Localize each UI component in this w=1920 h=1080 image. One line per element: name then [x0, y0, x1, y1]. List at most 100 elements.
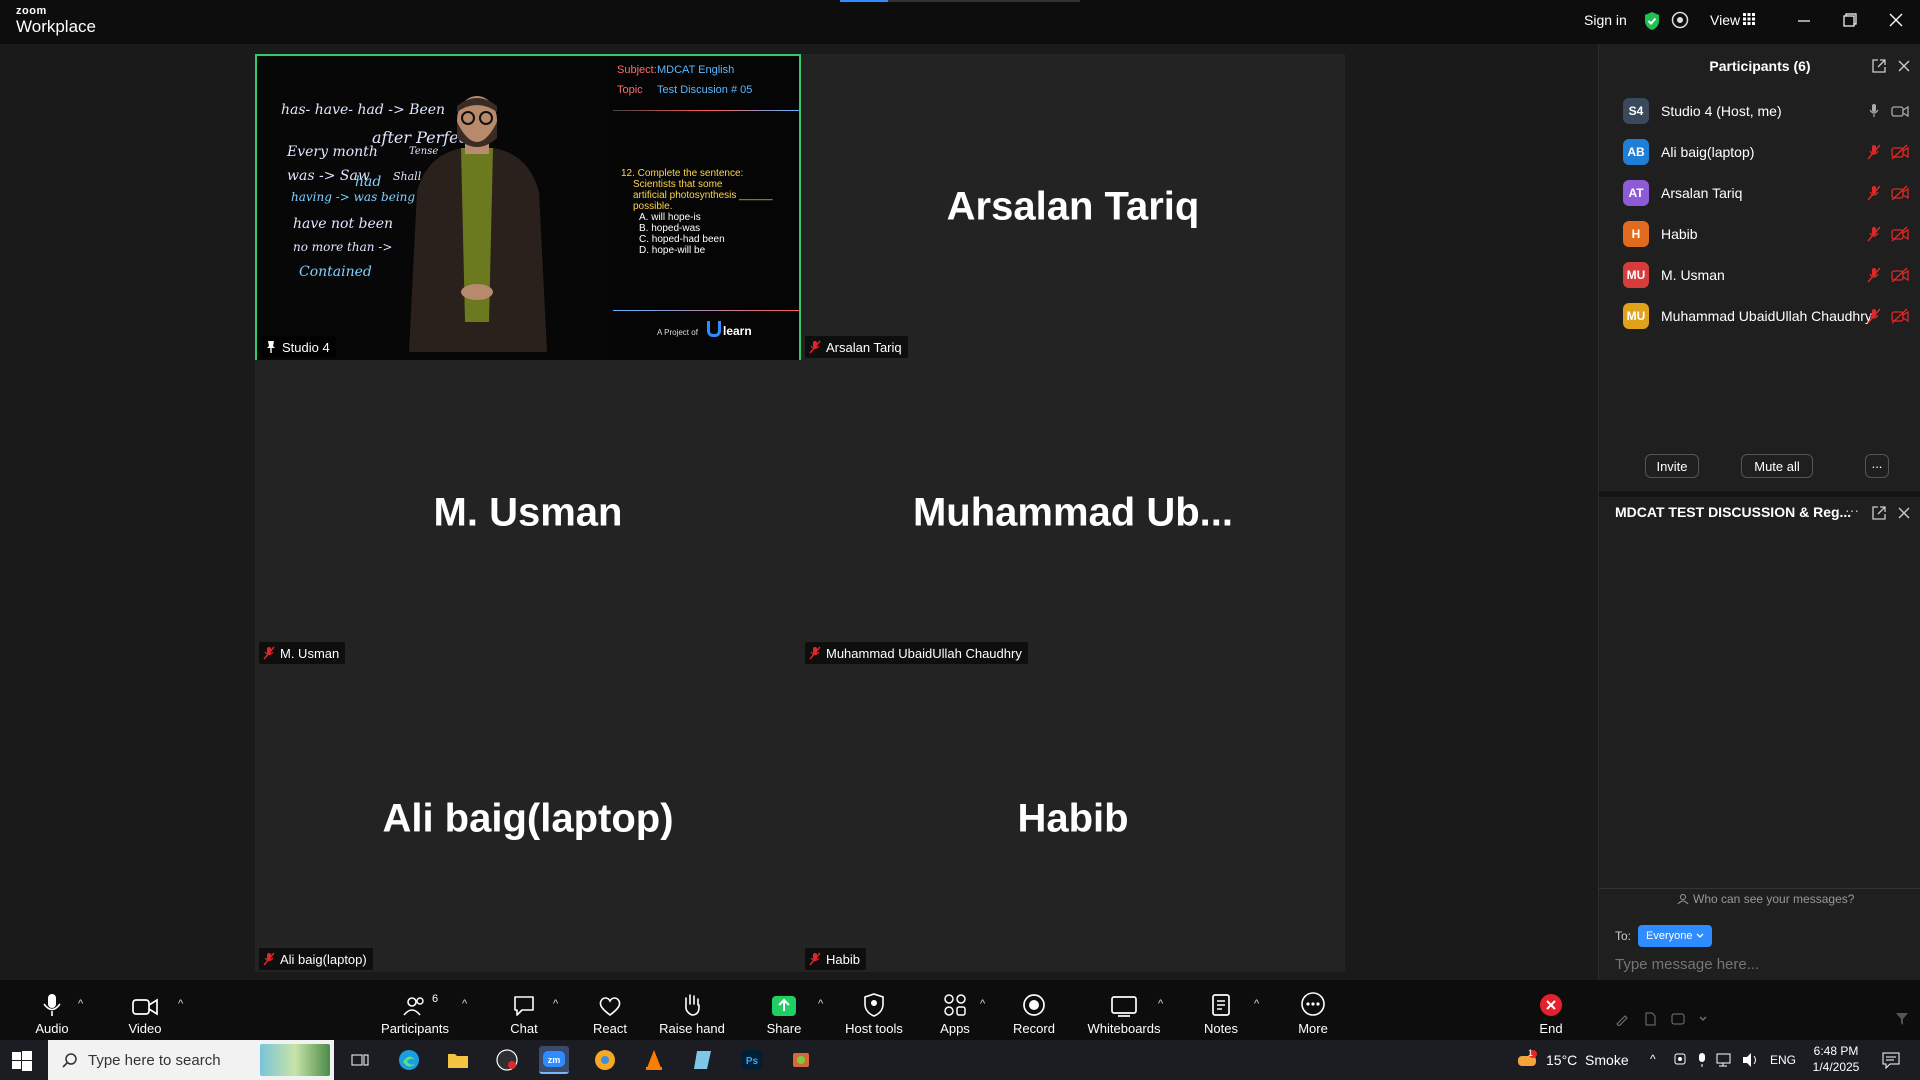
- chevron-down-icon[interactable]: [1699, 1016, 1707, 1022]
- participants-button[interactable]: 6 Participants: [380, 980, 450, 1044]
- restore-icon[interactable]: [1843, 13, 1857, 27]
- participant-row[interactable]: S4 Studio 4 (Host, me): [1599, 90, 1920, 131]
- participant-row[interactable]: AT Arsalan Tariq: [1599, 172, 1920, 213]
- raise-hand-button[interactable]: Raise hand: [659, 980, 725, 1044]
- chat-more-icon[interactable]: ···: [1845, 502, 1859, 518]
- video-tile-studio-4[interactable]: has- have- had -> Been Every month after…: [255, 54, 801, 362]
- pop-out-icon[interactable]: [1871, 58, 1887, 74]
- video-tile-ali-baig[interactable]: Ali baig(laptop) Ali baig(laptop): [255, 666, 801, 972]
- video-off-icon[interactable]: [1891, 184, 1909, 201]
- video-camera-icon[interactable]: [1891, 103, 1909, 119]
- notes-options-caret[interactable]: ^: [1254, 998, 1259, 1010]
- video-off-icon[interactable]: [1891, 143, 1909, 160]
- participant-row[interactable]: MU Muhammad UbaidUllah Chaudhry: [1599, 295, 1920, 336]
- microphone-in-use-icon[interactable]: [1696, 1052, 1708, 1068]
- video-button[interactable]: Video: [126, 980, 164, 1044]
- taskbar-search[interactable]: Type here to search: [48, 1040, 334, 1080]
- edge-browser-icon[interactable]: [394, 1046, 424, 1074]
- zoom-app-icon[interactable]: zm: [539, 1046, 569, 1074]
- name-tag-label: Ali baig(laptop): [280, 951, 367, 967]
- video-tile-m-usman[interactable]: M. Usman M. Usman: [255, 360, 801, 666]
- photoshop-icon[interactable]: Ps: [737, 1046, 767, 1074]
- end-meeting-button[interactable]: End: [1536, 980, 1566, 1044]
- mic-muted-icon[interactable]: [1867, 185, 1881, 201]
- whiteboards-options-caret[interactable]: ^: [1158, 998, 1163, 1010]
- chrome-canary-icon[interactable]: [590, 1046, 620, 1074]
- close-icon[interactable]: [1897, 506, 1911, 520]
- whiteboards-button[interactable]: Whiteboards: [1088, 980, 1161, 1044]
- notepad-app-icon[interactable]: [688, 1046, 718, 1074]
- screenshot-icon[interactable]: [1671, 1012, 1685, 1026]
- more-button[interactable]: More: [1296, 980, 1330, 1044]
- sign-in-button[interactable]: Sign in: [1584, 12, 1627, 28]
- host-tools-button[interactable]: Host tools: [845, 980, 903, 1044]
- audio-button[interactable]: Audio: [34, 980, 70, 1044]
- language-indicator[interactable]: ENG: [1770, 1053, 1796, 1067]
- windows-start-icon[interactable]: [12, 1051, 32, 1071]
- apps-button[interactable]: Apps: [940, 980, 970, 1044]
- video-off-icon[interactable]: [1891, 266, 1909, 283]
- format-text-icon[interactable]: [1615, 1012, 1629, 1026]
- video-off-icon[interactable]: [1891, 225, 1909, 242]
- task-view-icon[interactable]: [345, 1046, 375, 1074]
- more-options-button[interactable]: ...: [1865, 454, 1889, 478]
- video-options-caret[interactable]: ^: [178, 998, 183, 1010]
- participant-row[interactable]: H Habib: [1599, 213, 1920, 254]
- file-icon[interactable]: [1643, 1012, 1657, 1026]
- apps-options-caret[interactable]: ^: [980, 998, 985, 1010]
- weather-icon[interactable]: [1516, 1050, 1538, 1070]
- vlc-icon[interactable]: [639, 1046, 669, 1074]
- mic-icon[interactable]: [1867, 103, 1881, 119]
- slide-divider: [613, 310, 799, 311]
- shield-check-icon[interactable]: [1643, 11, 1661, 31]
- participants-options-caret[interactable]: ^: [462, 998, 467, 1010]
- record-status-icon[interactable]: [1671, 11, 1689, 29]
- recipient-value: Everyone: [1646, 930, 1693, 942]
- audio-options-caret[interactable]: ^: [78, 998, 83, 1010]
- board-line: have not been: [293, 216, 394, 232]
- weather-text[interactable]: 15°C Smoke: [1546, 1052, 1629, 1068]
- mic-muted-icon[interactable]: [1867, 226, 1881, 242]
- video-tile-arsalan-tariq[interactable]: Arsalan Tariq Arsalan Tariq: [801, 54, 1345, 360]
- chat-button[interactable]: Chat: [508, 980, 540, 1044]
- close-window-icon[interactable]: [1889, 13, 1903, 27]
- tray-overflow-chevron-icon[interactable]: ^: [1650, 1052, 1656, 1066]
- send-icon[interactable]: [1895, 1012, 1909, 1026]
- video-off-icon[interactable]: [1891, 307, 1909, 324]
- invite-button[interactable]: Invite: [1645, 454, 1699, 478]
- network-icon[interactable]: [1716, 1052, 1734, 1068]
- participant-row[interactable]: MU M. Usman: [1599, 254, 1920, 295]
- record-button[interactable]: Record: [1013, 980, 1055, 1044]
- video-tile-habib[interactable]: Habib Habib: [801, 666, 1345, 972]
- camera-in-use-icon[interactable]: [1672, 1052, 1688, 1068]
- obs-icon[interactable]: [492, 1046, 522, 1074]
- who-can-see-link[interactable]: Who can see your messages?: [1677, 892, 1854, 906]
- mute-all-button[interactable]: Mute all: [1741, 454, 1813, 478]
- view-label: View: [1710, 12, 1741, 28]
- app-shortcut-icon[interactable]: [786, 1046, 816, 1074]
- chat-message-input[interactable]: [1615, 952, 1905, 976]
- pop-out-icon[interactable]: [1871, 505, 1887, 521]
- end-call-icon: [1540, 994, 1562, 1016]
- mic-muted-icon[interactable]: [1867, 267, 1881, 283]
- chat-title: MDCAT TEST DISCUSSION & Reg...: [1615, 504, 1852, 520]
- name-tag-label: Studio 4: [282, 339, 330, 355]
- chat-divider: [1599, 888, 1920, 889]
- mic-muted-icon[interactable]: [1867, 144, 1881, 160]
- react-button[interactable]: React: [590, 980, 630, 1044]
- volume-icon[interactable]: [1742, 1052, 1760, 1068]
- system-clock[interactable]: 6:48 PM 1/4/2025: [1808, 1043, 1864, 1075]
- recipient-dropdown[interactable]: Everyone: [1638, 925, 1713, 947]
- mic-muted-icon[interactable]: [1867, 308, 1881, 324]
- close-icon[interactable]: [1897, 59, 1911, 73]
- participant-row[interactable]: AB Ali baig(laptop): [1599, 131, 1920, 172]
- chat-options-caret[interactable]: ^: [553, 998, 558, 1010]
- file-explorer-icon[interactable]: [443, 1046, 473, 1074]
- share-button[interactable]: Share: [764, 980, 804, 1044]
- video-tile-muhammad-ubaidullah[interactable]: Muhammad Ub... Muhammad UbaidUllah Chaud…: [801, 360, 1345, 666]
- minimize-icon[interactable]: [1797, 14, 1811, 28]
- notes-button[interactable]: Notes: [1204, 980, 1238, 1044]
- notifications-icon[interactable]: [1882, 1051, 1900, 1069]
- view-button[interactable]: View: [1710, 12, 1740, 28]
- share-options-caret[interactable]: ^: [818, 998, 823, 1010]
